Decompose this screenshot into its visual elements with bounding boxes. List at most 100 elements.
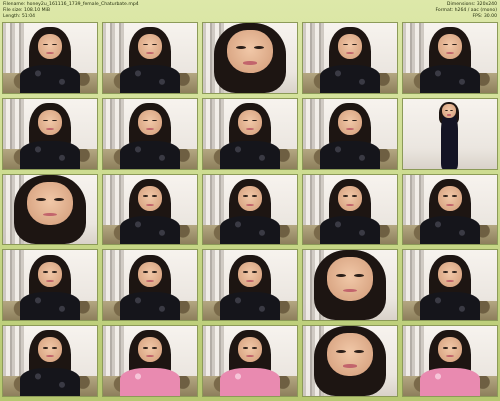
frame-person bbox=[403, 250, 497, 321]
person-mouth bbox=[46, 52, 54, 55]
person-mouth bbox=[246, 355, 254, 358]
person-body bbox=[219, 140, 281, 169]
person-eye bbox=[151, 346, 158, 349]
person-body bbox=[19, 368, 81, 396]
person-mouth bbox=[46, 128, 54, 131]
person-eye bbox=[251, 346, 258, 349]
person-eye bbox=[442, 195, 449, 198]
person-body bbox=[219, 292, 281, 321]
person-face bbox=[137, 261, 163, 287]
video-frame-thumbnail bbox=[202, 325, 298, 397]
video-frame-thumbnail bbox=[402, 22, 498, 94]
person-eye bbox=[342, 43, 349, 46]
video-frame-thumbnail bbox=[302, 22, 398, 94]
frame-person bbox=[203, 175, 297, 245]
person-mouth bbox=[246, 203, 254, 206]
person-eye bbox=[451, 43, 458, 46]
video-frame-thumbnail bbox=[402, 173, 498, 246]
person-mouth bbox=[446, 52, 454, 55]
person-eye bbox=[142, 195, 149, 198]
frame-person bbox=[3, 174, 97, 245]
person-mouth bbox=[342, 364, 358, 368]
person-face bbox=[137, 185, 163, 211]
person-eye bbox=[151, 119, 158, 122]
person-eye bbox=[242, 346, 249, 349]
person-eye bbox=[242, 119, 249, 122]
person-eye bbox=[351, 43, 358, 46]
frame-person bbox=[103, 23, 197, 93]
person-eye bbox=[353, 273, 364, 277]
person-eye bbox=[51, 43, 58, 46]
frame-person bbox=[3, 23, 97, 93]
frame-person bbox=[203, 250, 297, 321]
frame-person bbox=[103, 99, 197, 169]
person-eye bbox=[251, 195, 258, 198]
person-eye bbox=[142, 271, 149, 273]
person-eye bbox=[151, 43, 158, 46]
person-mouth bbox=[446, 114, 452, 116]
person-face bbox=[237, 185, 263, 211]
person-body bbox=[219, 216, 281, 245]
length-text: Length: 51:04 bbox=[3, 14, 36, 19]
person-eye bbox=[42, 346, 49, 349]
person-eye bbox=[451, 195, 458, 198]
video-frame-thumbnail bbox=[202, 97, 298, 170]
person-face bbox=[437, 34, 463, 60]
video-frame-thumbnail bbox=[2, 97, 98, 170]
person-mouth bbox=[346, 203, 354, 206]
person-eye bbox=[342, 119, 349, 122]
person-body bbox=[119, 64, 181, 93]
person-eye bbox=[445, 109, 448, 111]
person-eye bbox=[42, 43, 49, 46]
frame-person bbox=[3, 326, 97, 396]
person-eye bbox=[142, 43, 149, 46]
person-mouth bbox=[246, 279, 254, 282]
frame-person bbox=[303, 250, 397, 321]
video-frame-thumbnail bbox=[2, 325, 98, 397]
frame-person bbox=[303, 175, 397, 245]
person-body bbox=[19, 64, 81, 93]
person-eye bbox=[251, 119, 258, 122]
frame-person bbox=[3, 250, 97, 321]
person-eye bbox=[51, 271, 58, 273]
video-info-header: Filename: honey2u_161116_1739_female_Cha… bbox=[3, 2, 497, 22]
person-body bbox=[219, 368, 281, 396]
video-frame-thumbnail bbox=[402, 325, 498, 397]
person-eye bbox=[236, 46, 247, 50]
person-mouth bbox=[46, 355, 54, 358]
frame-person bbox=[3, 99, 97, 169]
person-body bbox=[440, 114, 458, 169]
frame-person bbox=[303, 326, 397, 396]
person-face bbox=[327, 333, 373, 377]
person-body bbox=[319, 140, 381, 169]
person-mouth bbox=[146, 279, 154, 282]
person-eye bbox=[53, 198, 64, 202]
video-info-left: Filename: honey2u_161116_1739_female_Cha… bbox=[3, 2, 139, 20]
person-body bbox=[119, 292, 181, 321]
person-eye bbox=[242, 271, 249, 273]
person-mouth bbox=[242, 61, 258, 65]
person-eye bbox=[51, 119, 58, 122]
person-body bbox=[19, 292, 81, 321]
video-frame-thumbnail bbox=[102, 325, 198, 397]
video-frame-thumbnail bbox=[202, 173, 298, 246]
person-eye bbox=[51, 346, 58, 349]
person-body bbox=[419, 64, 481, 93]
person-mouth bbox=[446, 203, 454, 206]
person-face bbox=[437, 261, 463, 287]
person-body bbox=[19, 140, 81, 169]
frame-person bbox=[203, 23, 297, 93]
video-frame-thumbnail bbox=[202, 22, 298, 94]
video-frame-thumbnail bbox=[402, 249, 498, 322]
person-eye bbox=[142, 346, 149, 349]
person-face bbox=[437, 185, 463, 211]
person-face bbox=[337, 109, 363, 136]
person-eye bbox=[351, 195, 358, 198]
person-face bbox=[227, 29, 273, 74]
person-eye bbox=[336, 273, 347, 277]
frame-person bbox=[403, 99, 497, 169]
frame-person bbox=[103, 175, 197, 245]
video-frame-thumbnail bbox=[302, 325, 398, 397]
person-body bbox=[319, 216, 381, 245]
person-eye bbox=[342, 195, 349, 198]
